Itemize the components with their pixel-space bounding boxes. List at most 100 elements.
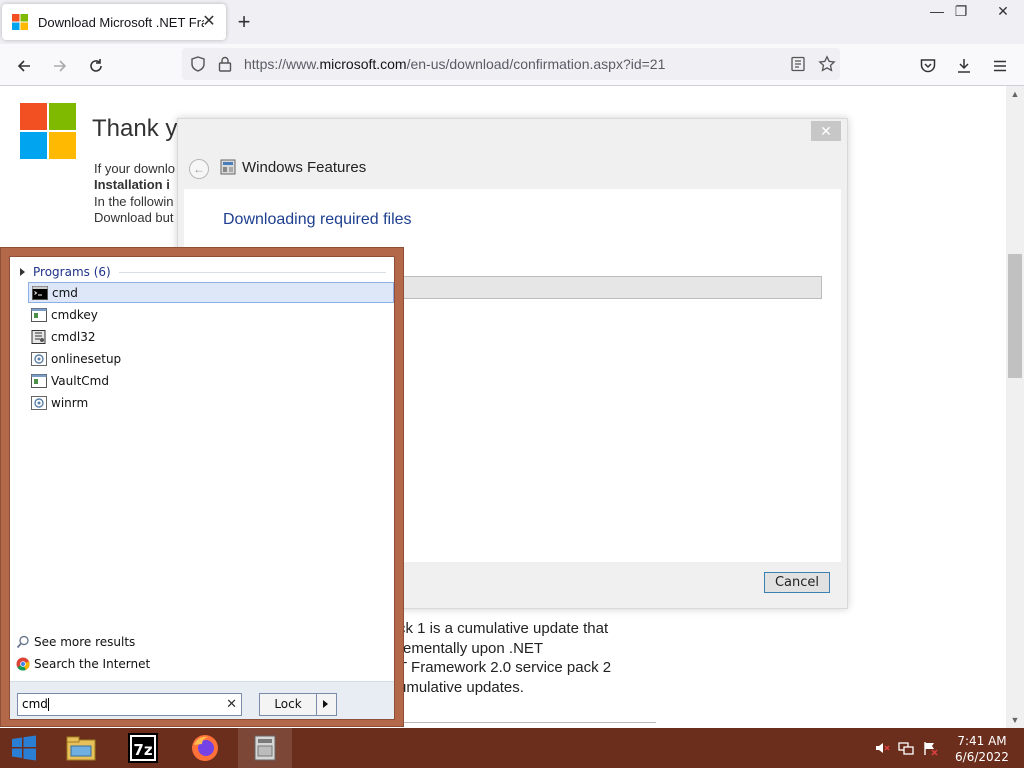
tab-title: Download Microsoft .NET Framework [38,14,204,30]
scroll-up-icon[interactable]: ▲ [1006,86,1024,102]
cancel-button[interactable]: Cancel [764,572,830,593]
search-input-value: cmd [22,697,48,711]
taskbar-windows-features[interactable] [238,728,292,768]
search-result-cmdkey[interactable]: cmdkey [28,304,394,325]
setup-icon [31,351,47,366]
page-scrollbar[interactable]: ▲ ▼ [1006,86,1024,728]
windows-features-icon [254,735,276,761]
lock-button[interactable]: Lock [260,694,317,715]
result-label: cmdl32 [51,329,96,344]
search-result-winrm[interactable]: winrm [28,392,394,413]
console-app-icon [31,307,47,322]
navigation-bar: https://www.microsoft.com/en-us/download… [0,44,1024,86]
page-heading: Thank yo [92,115,191,142]
back-button[interactable] [10,52,38,80]
scroll-thumb[interactable] [1008,254,1022,378]
logo-red-square [20,103,47,130]
logo-yellow-square [49,132,76,159]
taskbar: 7z 7:41 AM 6/6/2022 [0,728,1024,768]
url-domain: microsoft.com [319,56,407,72]
taskbar-file-explorer[interactable] [54,728,108,768]
volume-muted-icon[interactable] [874,740,890,756]
result-label: cmdkey [51,307,98,322]
7zip-icon: 7z [128,733,158,763]
svg-text:7z: 7z [133,741,152,759]
cmdl32-icon [31,329,46,344]
search-result-cmd[interactable]: cmd [28,282,394,303]
page-text-line: In the followin [94,194,174,209]
pocket-button[interactable] [914,52,942,80]
menu-button[interactable] [986,52,1014,80]
reload-icon [90,59,102,72]
pocket-icon [920,59,936,73]
microsoft-favicon-icon [12,14,28,30]
chrome-icon [16,657,30,671]
power-options-arrow-icon[interactable] [323,700,328,708]
clear-search-icon[interactable]: ✕ [226,694,237,715]
shield-icon[interactable] [190,56,206,72]
expand-arrow-icon [20,268,25,276]
microsoft-logo [20,103,76,159]
page-paragraph: ck 1 is a cumulative update that rementa… [398,619,658,697]
file-explorer-icon [66,736,96,761]
search-internet-label: Search the Internet [34,657,151,671]
console-app-icon [31,373,47,388]
text-caret [47,698,49,711]
result-label: onlinesetup [51,351,122,366]
bookmark-star-icon[interactable] [818,55,836,73]
action-center-flag-icon[interactable] [922,740,938,756]
scroll-down-icon[interactable]: ▼ [1006,712,1024,728]
tab-close-icon[interactable]: ✕ [200,13,218,31]
programs-header[interactable]: Programs (6) [18,264,386,280]
restore-button[interactable]: ❐ [944,0,978,22]
reader-view-icon[interactable] [790,56,806,72]
page-text-line: If your downlo [94,161,175,176]
start-button[interactable] [0,728,48,768]
paragraph-line: T Framework 2.0 service pack 2 [398,659,612,676]
hamburger-menu-icon [994,60,1006,72]
search-result-cmdl32[interactable]: cmdl32 [28,326,394,347]
downloads-button[interactable] [950,52,978,80]
lock-icon[interactable] [218,56,232,72]
taskbar-clock[interactable]: 7:41 AM 6/6/2022 [948,733,1016,765]
cmd-icon [32,285,48,300]
window-close-button[interactable]: ✕ [986,0,1020,22]
taskbar-firefox[interactable] [178,728,232,768]
dialog-heading: Downloading required files [223,211,412,228]
clock-time: 7:41 AM [957,734,1007,748]
result-label: cmd [52,285,78,300]
url-prefix: https://www. [244,56,320,72]
paragraph-line: ck 1 is a cumulative update that [398,620,609,637]
firefox-icon [192,735,218,761]
new-tab-button[interactable]: + [232,11,256,35]
start-search-input[interactable]: cmd ✕ [17,693,242,716]
magnifier-icon [16,635,29,649]
see-more-results-link[interactable]: See more results [16,635,135,649]
download-icon [958,59,970,73]
taskbar-7zip[interactable]: 7z [116,728,170,768]
setup-icon [31,395,47,410]
dialog-back-button[interactable]: ← [189,159,209,179]
dialog-title: Windows Features [242,159,367,176]
see-more-label: See more results [34,635,136,649]
address-bar[interactable]: https://www.microsoft.com/en-us/download… [182,48,840,80]
forward-button[interactable] [46,52,74,80]
start-menu: Programs (6) cmd cmdkey cmdl32 onlineset… [0,247,404,727]
page-text-line: Installation i [94,177,170,192]
clock-date: 6/6/2022 [955,750,1009,764]
search-result-onlinesetup[interactable]: onlinesetup [28,348,394,369]
windows-logo-icon [12,735,36,761]
search-result-vaultcmd[interactable]: VaultCmd [28,370,394,391]
lock-button-group: Lock [259,693,337,716]
reload-button[interactable] [82,52,110,80]
network-icon[interactable] [898,740,914,756]
browser-tab[interactable]: Download Microsoft .NET Framework ✕ [2,4,226,40]
programs-header-label: Programs (6) [33,265,111,279]
dialog-close-button[interactable]: ✕ [811,121,841,141]
logo-blue-square [20,132,47,159]
url-text[interactable]: https://www.microsoft.com/en-us/download… [244,56,665,72]
paragraph-line: umulative updates. [398,678,524,696]
windows-features-icon [220,159,236,175]
search-internet-link[interactable]: Search the Internet [16,657,150,671]
url-path: /en-us/download/confirmation.aspx?id=21 [406,56,666,72]
